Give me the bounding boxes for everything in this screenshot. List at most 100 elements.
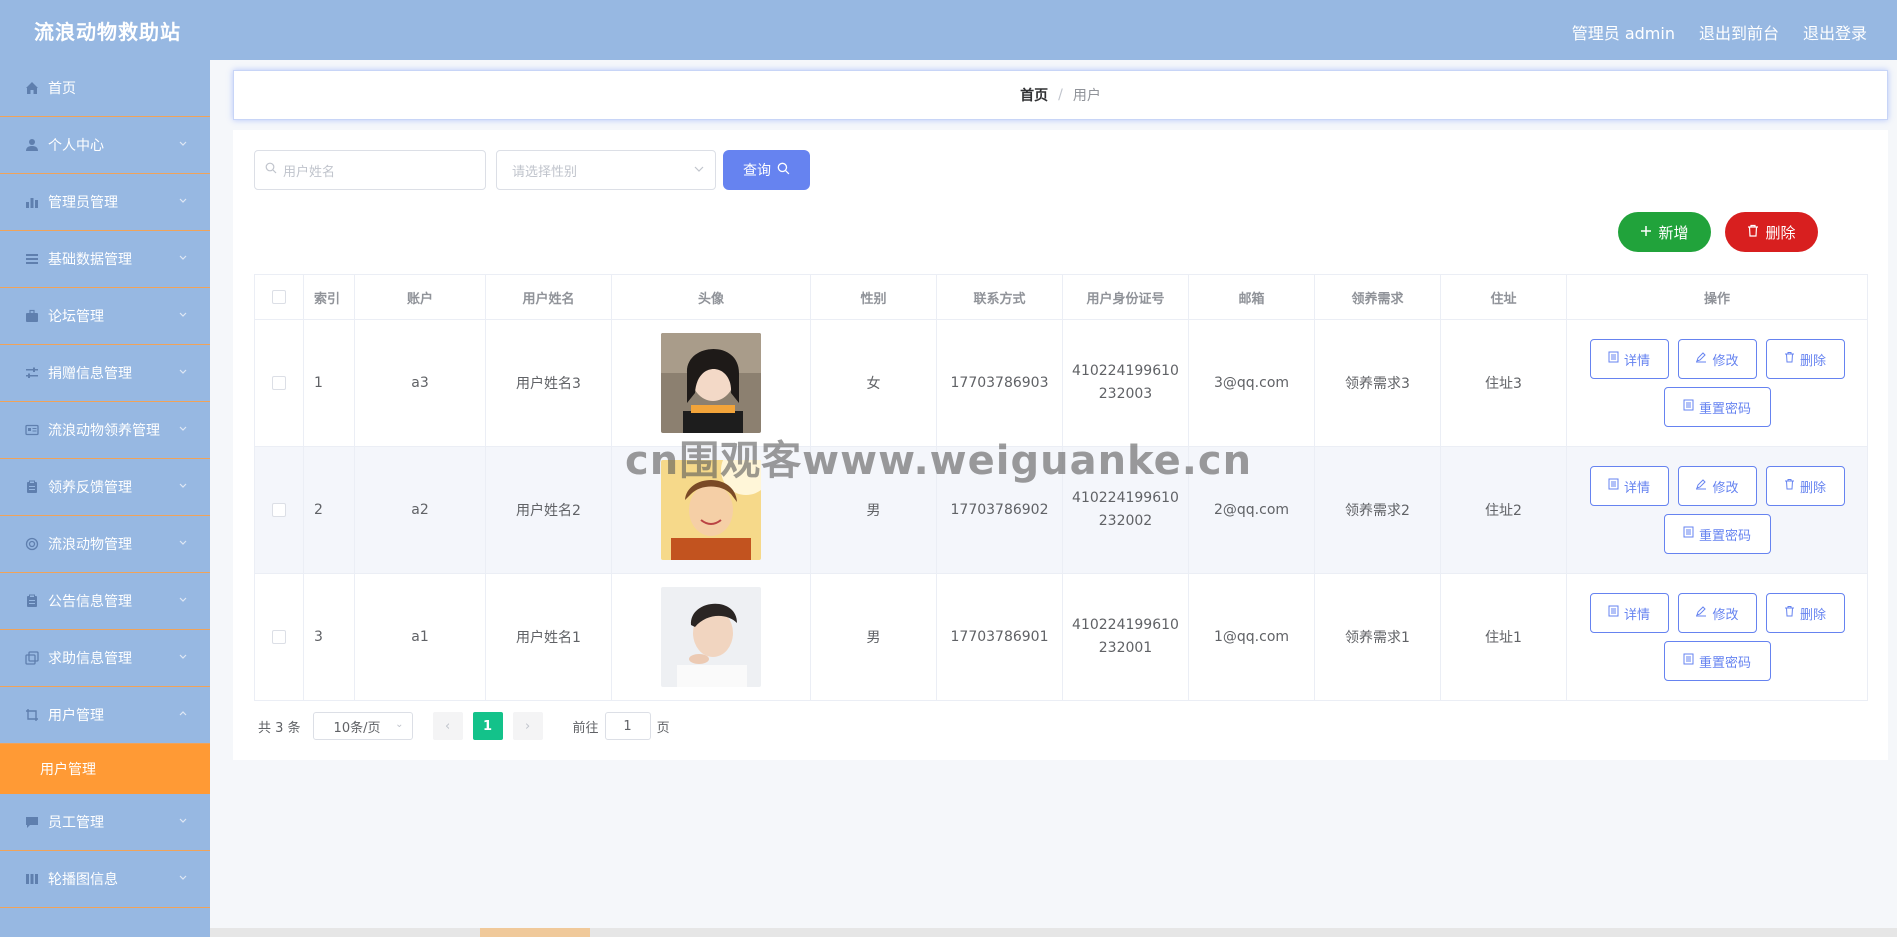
avatar[interactable] bbox=[661, 460, 761, 560]
sidebar-item-basic-data[interactable]: 基础数据管理 bbox=[0, 231, 210, 288]
cell-account: a2 bbox=[355, 447, 486, 573]
sidebar-item-help-requests[interactable]: 求助信息管理 bbox=[0, 630, 210, 687]
document-icon bbox=[1683, 399, 1694, 415]
sidebar-item-label: 轮播图信息 bbox=[48, 872, 118, 888]
table-row: 1 a3 用户姓名3 女 17703786903 410224199610 232… bbox=[255, 320, 1867, 447]
chevron-down-icon bbox=[693, 163, 705, 179]
column-header: 联系方式 bbox=[937, 275, 1063, 319]
avatar[interactable] bbox=[661, 333, 761, 433]
next-page-button[interactable]: › bbox=[512, 712, 543, 740]
cell-actions: 详情 修改 删除 重置密码 bbox=[1567, 574, 1867, 700]
columns-icon bbox=[24, 871, 40, 887]
logout-link[interactable]: 退出登录 bbox=[1803, 20, 1867, 44]
column-header: 住址 bbox=[1441, 275, 1567, 319]
cell-index: 2 bbox=[304, 447, 355, 573]
id-line: 410224199610 bbox=[1072, 490, 1179, 506]
sidebar-item-label: 管理员管理 bbox=[48, 195, 118, 211]
sidebar-item-donation[interactable]: 捐赠信息管理 bbox=[0, 345, 210, 402]
sidebar: 首页 个人中心 管理员管理 基础数据管理 论坛管理 捐赠信息管理 流浪动物领养管… bbox=[0, 60, 210, 937]
page-size-value: 10条/页 bbox=[333, 720, 381, 736]
id-line: 232003 bbox=[1098, 386, 1153, 402]
scrollbar-thumb[interactable] bbox=[480, 928, 590, 937]
edit-button[interactable]: 修改 bbox=[1677, 466, 1757, 506]
edit-label: 修改 bbox=[1712, 353, 1739, 369]
select-all-cell bbox=[255, 275, 304, 319]
sidebar-item-home[interactable]: 首页 bbox=[0, 60, 210, 117]
document-icon bbox=[1608, 478, 1619, 494]
gender-select[interactable]: 请选择性别 bbox=[496, 150, 716, 190]
avatar[interactable] bbox=[661, 587, 761, 687]
copy-icon bbox=[24, 650, 40, 666]
reset-password-label: 重置密码 bbox=[1698, 401, 1751, 417]
sidebar-item-stray-animals[interactable]: 流浪动物管理 bbox=[0, 516, 210, 573]
gender-select-placeholder: 请选择性别 bbox=[512, 164, 578, 180]
document-icon bbox=[1683, 526, 1694, 542]
reset-password-label: 重置密码 bbox=[1698, 655, 1751, 671]
breadcrumb-home[interactable]: 首页 bbox=[1020, 85, 1048, 105]
sidebar-item-adoption[interactable]: 流浪动物领养管理 bbox=[0, 402, 210, 459]
cell-address: 住址1 bbox=[1441, 574, 1567, 700]
chevron-left-icon: ‹ bbox=[444, 718, 451, 734]
cell-phone: 17703786902 bbox=[937, 447, 1063, 573]
briefcase-icon bbox=[24, 308, 40, 324]
admin-label[interactable]: 管理员 admin bbox=[1572, 20, 1675, 44]
sidebar-item-staff-manage[interactable]: 员工管理 bbox=[0, 794, 210, 851]
add-button-label: 新增 bbox=[1658, 223, 1689, 242]
chevron-down-icon bbox=[178, 481, 190, 493]
reset-password-button[interactable]: 重置密码 bbox=[1663, 514, 1771, 554]
delete-button[interactable]: 删除 bbox=[1765, 339, 1845, 379]
cell-need: 领养需求1 bbox=[1315, 574, 1441, 700]
delete-button[interactable]: 删除 bbox=[1765, 593, 1845, 633]
breadcrumb: 首页 / 用户 bbox=[233, 70, 1888, 120]
delete-label: 删除 bbox=[1799, 480, 1826, 496]
column-header: 用户身份证号 bbox=[1063, 275, 1189, 319]
delete-button[interactable]: 删除 bbox=[1765, 466, 1845, 506]
detail-button[interactable]: 详情 bbox=[1589, 466, 1669, 506]
user-icon bbox=[24, 137, 40, 153]
add-button[interactable]: 新增 bbox=[1618, 212, 1711, 252]
id-line: 410224199610 bbox=[1072, 617, 1179, 633]
reset-password-button[interactable]: 重置密码 bbox=[1663, 641, 1771, 681]
crop-icon bbox=[24, 707, 40, 723]
chevron-right-icon: › bbox=[524, 718, 531, 734]
sidebar-item-label: 领养反馈管理 bbox=[48, 480, 132, 496]
select-all-checkbox[interactable] bbox=[272, 290, 286, 304]
page-number[interactable]: 1 bbox=[472, 712, 503, 740]
edit-button[interactable]: 修改 bbox=[1677, 339, 1757, 379]
delete-label: 删除 bbox=[1799, 353, 1826, 369]
cell-phone: 17703786901 bbox=[937, 574, 1063, 700]
sidebar-item-label: 捐赠信息管理 bbox=[48, 366, 132, 382]
column-header: 头像 bbox=[612, 275, 811, 319]
row-checkbox[interactable] bbox=[272, 503, 286, 517]
batch-delete-button[interactable]: 删除 bbox=[1725, 212, 1818, 252]
sidebar-item-personal-center[interactable]: 个人中心 bbox=[0, 117, 210, 174]
sidebar-item-admin-manage[interactable]: 管理员管理 bbox=[0, 174, 210, 231]
chevron-down-icon bbox=[178, 310, 190, 322]
query-button[interactable]: 查询 bbox=[723, 150, 810, 190]
edit-icon bbox=[1695, 605, 1707, 621]
user-table: 索引 账户 用户姓名 头像 性别 联系方式 用户身份证号 邮箱 领养需求 住址 … bbox=[254, 274, 1868, 701]
id-line: 232002 bbox=[1098, 513, 1153, 529]
page-size-select[interactable]: 10条/页 ⌄ bbox=[312, 712, 413, 740]
detail-button[interactable]: 详情 bbox=[1589, 339, 1669, 379]
reset-password-button[interactable]: 重置密码 bbox=[1663, 387, 1771, 427]
pagination: 共 3 条 10条/页 ⌄ ‹ 1 › 前往 1 页 bbox=[258, 712, 670, 740]
sidebar-item-adoption-feedback[interactable]: 领养反馈管理 bbox=[0, 459, 210, 516]
sidebar-item-user-manage[interactable]: 用户管理 bbox=[0, 687, 210, 744]
breadcrumb-current: 用户 bbox=[1072, 88, 1101, 104]
prev-page-button[interactable]: ‹ bbox=[432, 712, 463, 740]
name-search-input[interactable]: 用户姓名 bbox=[254, 150, 486, 190]
sidebar-item-announcements[interactable]: 公告信息管理 bbox=[0, 573, 210, 630]
detail-button[interactable]: 详情 bbox=[1589, 593, 1669, 633]
sidebar-item-carousel[interactable]: 轮播图信息 bbox=[0, 851, 210, 908]
sidebar-item-forum[interactable]: 论坛管理 bbox=[0, 288, 210, 345]
exit-to-front-link[interactable]: 退出到前台 bbox=[1699, 20, 1779, 44]
row-checkbox[interactable] bbox=[272, 376, 286, 390]
edit-button[interactable]: 修改 bbox=[1677, 593, 1757, 633]
row-checkbox[interactable] bbox=[272, 630, 286, 644]
sidebar-subitem-user-manage[interactable]: 用户管理 bbox=[0, 744, 210, 794]
goto-page-input[interactable]: 1 bbox=[604, 712, 651, 740]
cell-email: 3@qq.com bbox=[1189, 320, 1315, 446]
horizontal-scrollbar[interactable] bbox=[210, 928, 1897, 937]
query-button-label: 查询 bbox=[743, 163, 771, 179]
